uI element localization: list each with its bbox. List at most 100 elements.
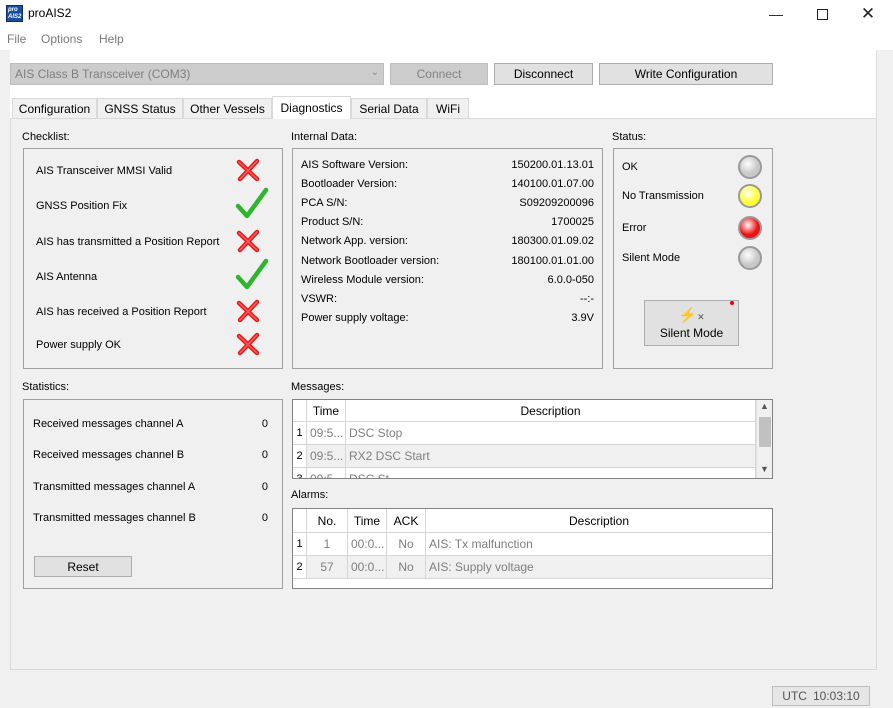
column-header-description[interactable]: Description bbox=[426, 509, 772, 533]
internal-data-row: Network App. version: 180300.01.09.02 bbox=[301, 235, 594, 247]
internal-data-value: 1700025 bbox=[551, 216, 594, 229]
alarm-no-cell[interactable]: 1 bbox=[307, 533, 348, 556]
minimize-icon: — bbox=[769, 6, 783, 22]
status-bar bbox=[0, 682, 893, 708]
cross-icon bbox=[236, 229, 260, 253]
status-label: Error bbox=[622, 222, 647, 234]
disconnect-button[interactable]: Disconnect bbox=[494, 63, 593, 85]
tab-diagnostics[interactable]: Diagnostics bbox=[272, 96, 351, 119]
alarm-time-cell[interactable]: 00:0... bbox=[348, 533, 387, 556]
internal-data-value: 140100.01.07.00 bbox=[511, 178, 594, 191]
checklist-item-label: AIS Transceiver MMSI Valid bbox=[36, 165, 173, 177]
alarm-row-number: 1 bbox=[293, 533, 307, 556]
internal-data-label: Power supply voltage: bbox=[301, 311, 409, 324]
menu-file[interactable]: File bbox=[7, 32, 26, 46]
internal-data-value: 180100.01.01.00 bbox=[511, 254, 594, 267]
chevron-down-icon: ⌄ bbox=[370, 67, 379, 78]
message-time-cell[interactable]: 09:5... bbox=[307, 422, 346, 445]
statistics-value: 0 bbox=[261, 481, 268, 493]
internal-data-label: PCA S/N: bbox=[301, 197, 348, 210]
connect-button[interactable]: Connect bbox=[390, 63, 488, 85]
close-icon: ✕ bbox=[860, 4, 876, 23]
app-icon: pro AIS2 bbox=[6, 5, 23, 22]
alarm-description-cell[interactable]: AIS: Supply voltage bbox=[426, 556, 772, 579]
write-configuration-button[interactable]: Write Configuration bbox=[599, 63, 773, 85]
statistics-value: 0 bbox=[261, 512, 268, 524]
internal-data-value: S09209200096 bbox=[519, 197, 594, 210]
internal-data-label: Network Bootloader version: bbox=[301, 254, 440, 267]
message-time-cell[interactable]: 09:5... bbox=[307, 445, 346, 468]
status-led bbox=[738, 216, 762, 240]
message-time-cell[interactable]: 09:5... bbox=[307, 468, 346, 478]
alarms-table[interactable]: No. Time ACK Description 1 1 00:0... No AIS:… bbox=[292, 508, 773, 589]
checklist-item-label: GNSS Position Fix bbox=[36, 200, 128, 212]
alarm-time-cell[interactable]: 00:0... bbox=[348, 556, 387, 579]
utc-clock: UTC 10:03:10 bbox=[772, 686, 870, 706]
scrollbar-thumb[interactable] bbox=[759, 417, 771, 447]
checklist-item-label: Power supply OK bbox=[36, 339, 121, 351]
messages-table[interactable]: Time Description 1 09:5... DSC Stop 2 09:5..… bbox=[292, 399, 773, 479]
column-header-time[interactable]: Time bbox=[307, 400, 346, 422]
messages-scrollbar[interactable]: ▲ ▼ bbox=[756, 400, 772, 478]
port-select-value: AIS Class B Transceiver (COM3) bbox=[15, 67, 191, 81]
statistics-value: 0 bbox=[261, 418, 268, 430]
internal-data-value: 150200.01.13.01 bbox=[511, 159, 594, 171]
checklist-title: Checklist: bbox=[22, 131, 70, 143]
statistics-panel: Received messages channel A 0 Received mes… bbox=[23, 399, 283, 589]
utc-label: UTC bbox=[782, 689, 807, 703]
cross-icon bbox=[236, 299, 260, 323]
tab-serial-data[interactable]: Serial Data bbox=[351, 98, 427, 118]
alarm-ack-cell[interactable]: No bbox=[387, 556, 426, 579]
message-description-cell[interactable]: DSC Stop bbox=[346, 422, 756, 445]
status-led bbox=[738, 246, 762, 270]
internal-data-title: Internal Data: bbox=[291, 131, 358, 143]
menu-options[interactable]: Options bbox=[41, 32, 82, 46]
port-select[interactable]: AIS Class B Transceiver (COM3) ⌄ bbox=[10, 63, 384, 85]
message-description-cell[interactable]: DSC St... bbox=[346, 468, 756, 478]
notification-dot bbox=[730, 301, 734, 305]
tab-other-vessels[interactable]: Other Vessels bbox=[183, 98, 272, 118]
row-header-corner bbox=[293, 400, 307, 422]
internal-data-row: AIS Software Version: 150200.01.13.01 bbox=[301, 159, 594, 171]
internal-data-value: --:- bbox=[579, 292, 594, 305]
internal-data-label: VSWR: bbox=[301, 292, 338, 305]
minimize-button[interactable]: — bbox=[753, 0, 799, 28]
internal-data-row: PCA S/N: S09209200096 bbox=[301, 197, 594, 209]
close-button[interactable]: ✕ bbox=[845, 0, 891, 28]
checklist-item-label: AIS Antenna bbox=[36, 271, 98, 283]
reset-button[interactable]: Reset bbox=[34, 556, 132, 577]
alarm-ack-cell[interactable]: No bbox=[387, 533, 426, 556]
scroll-up-icon[interactable]: ▲ bbox=[760, 401, 769, 411]
status-panel: OK No Transmission Error Silent Mode ⚡✕ Sil… bbox=[613, 148, 773, 369]
maximize-button[interactable] bbox=[799, 0, 845, 28]
internal-data-row: Product S/N: 1700025 bbox=[301, 216, 594, 228]
internal-data-label: Bootloader Version: bbox=[301, 178, 398, 191]
cross-icon bbox=[236, 158, 260, 182]
messages-title: Messages: bbox=[291, 381, 345, 393]
menu-help[interactable]: Help bbox=[99, 32, 124, 46]
internal-data-label: AIS Software Version: bbox=[301, 159, 408, 171]
internal-data-label: Product S/N: bbox=[301, 216, 364, 229]
internal-data-row: Network Bootloader version: 180100.01.01.… bbox=[301, 255, 594, 267]
alarm-no-cell[interactable]: 57 bbox=[307, 556, 348, 579]
status-label: OK bbox=[622, 161, 638, 173]
internal-data-panel: AIS Software Version: 150200.01.13.01 Boot… bbox=[292, 148, 603, 369]
scroll-down-icon[interactable]: ▼ bbox=[760, 464, 769, 474]
column-header-time[interactable]: Time bbox=[348, 509, 387, 533]
internal-data-row: Wireless Module version: 6.0.0-050 bbox=[301, 274, 594, 286]
statistics-label: Received messages channel B bbox=[33, 449, 185, 461]
tab-wifi[interactable]: WiFi bbox=[427, 98, 469, 118]
column-header-description[interactable]: Description bbox=[346, 400, 756, 422]
statistics-title: Statistics: bbox=[22, 381, 70, 393]
message-description-cell[interactable]: RX2 DSC Start bbox=[346, 445, 756, 468]
menu-bar: File Options Help bbox=[0, 28, 893, 50]
silent-mode-button[interactable]: ⚡✕ Silent Mode bbox=[644, 300, 739, 346]
internal-data-row: Bootloader Version: 140100.01.07.00 bbox=[301, 178, 594, 190]
tab-configuration[interactable]: Configuration bbox=[12, 98, 97, 118]
tab-gnss-status[interactable]: GNSS Status bbox=[97, 98, 183, 118]
column-header-ack[interactable]: ACK bbox=[387, 509, 426, 533]
alarm-row-number: 2 bbox=[293, 556, 307, 579]
column-header-no[interactable]: No. bbox=[307, 509, 348, 533]
internal-data-value: 6.0.0-050 bbox=[547, 273, 594, 286]
alarm-description-cell[interactable]: AIS: Tx malfunction bbox=[426, 533, 772, 556]
